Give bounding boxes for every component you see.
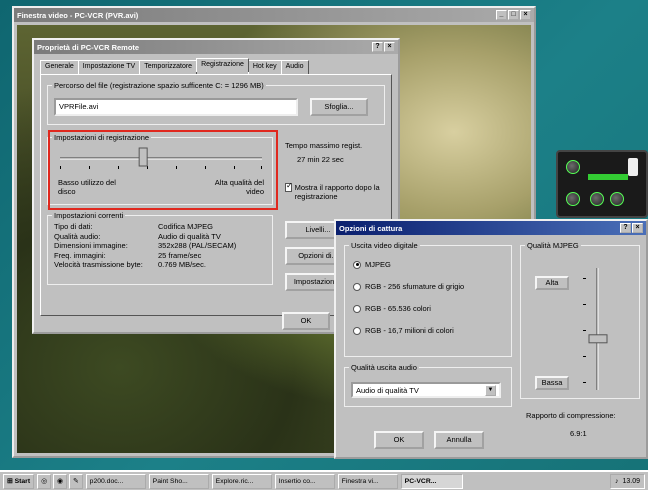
mixer-widget[interactable] [556,150,648,218]
radio-dot-icon[interactable] [353,282,361,291]
mixer-switch[interactable] [628,158,638,176]
setting-key: Qualità audio: [54,231,101,241]
properties-titlebar[interactable]: Proprietà di PC-VCR Remote ? × [34,40,398,54]
minimize-button[interactable]: _ [496,10,507,20]
close-button[interactable]: × [384,42,395,52]
radio-dot-icon[interactable] [353,260,361,269]
tab-hot-key[interactable]: Hot key [247,60,282,74]
capture-options-dialog[interactable]: Opzioni di cattura ? × Uscita video digi… [334,219,648,459]
taskbar-item[interactable]: p200.doc... [85,473,146,489]
mixer-knob[interactable] [566,160,580,174]
help-button[interactable]: ? [620,223,631,233]
radio-rgb-65536[interactable]: RGB - 65.536 colori [353,304,431,313]
high-label-box: Alta [535,276,569,290]
start-button[interactable]: ⊞ Start [3,473,35,489]
mjpeg-quality-label: Qualità MJPEG [525,241,581,250]
video-output-group: Uscita video digitale MJPEG RGB - 256 sf… [344,241,512,357]
path-label: Percorso del file (registrazione spazio … [52,81,266,90]
audio-quality-select[interactable]: Audio di qualità TV ▼ [351,382,501,398]
quick-launch: ◎ ◉ ✎ [37,473,83,489]
setting-value: 352x288 (PAL/SECAM) [158,241,237,250]
taskbar: ⊞ Start ◎ ◉ ✎ p200.doc... Paint Sho... E… [0,470,648,490]
tab-generale[interactable]: Generale [40,60,79,74]
tab-temporizzatore[interactable]: Temporizzatore [139,60,198,74]
capture-cancel-button[interactable]: Annulla [434,431,484,449]
max-time-label: Tempo massimo regist. [285,141,363,150]
mixer-knob[interactable] [610,192,624,206]
compression-ratio-label: Rapporto di compressione: [526,411,616,420]
setting-key: Dimensioni immagine: [54,241,128,250]
capture-title: Opzioni di cattura [339,223,403,233]
tab-audio[interactable]: Audio [280,60,309,74]
mixer-level-bar [588,174,628,180]
radio-label: MJPEG [365,260,391,269]
taskbar-item[interactable]: Insertio co... [274,473,335,489]
setting-value: Codifica MJPEG [158,222,214,231]
chevron-down-icon[interactable]: ▼ [485,385,496,396]
current-settings-keys: Tipo di dati: Qualità audio: Dimensioni … [54,222,143,270]
tab-strip: Generale Impostazione TV Temporizzatore … [40,58,309,74]
browse-button[interactable]: Sfoglia... [310,98,368,116]
maximize-button[interactable]: □ [508,10,519,20]
show-report-checkbox[interactable]: Mostra il rapporto dopo la registrazione [285,181,381,201]
current-settings-values: Codifica MJPEG Audio di qualità TV 352x2… [158,222,236,270]
properties-title: Proprietà di PC-VCR Remote [37,42,140,52]
radio-label: RGB - 16,7 milioni di colori [365,326,454,335]
mixer-knob[interactable] [590,192,604,206]
mixer-knob[interactable] [566,192,580,206]
path-input[interactable]: VPRFile.avi [54,98,298,116]
setting-key: Velocità trasmissione byte: [54,260,143,269]
mjpeg-quality-slider[interactable] [577,264,617,394]
current-settings-group: Impostazioni correnti Tipo di dati: Qual… [47,211,273,285]
mjpeg-slider-thumb[interactable] [588,334,608,344]
radio-mjpeg[interactable]: MJPEG [353,260,391,269]
setting-value: 0.769 MB/sec. [158,260,206,269]
speaker-icon[interactable]: ♪ [615,475,619,488]
radio-label: RGB - 65.536 colori [365,304,431,313]
quick-launch-icon[interactable]: ✎ [68,473,83,489]
radio-label: RGB - 256 sfumature di grigio [365,282,465,291]
audio-quality-value: Audio di qualità TV [356,386,419,395]
ok-button[interactable]: OK [282,312,330,330]
video-output-label: Uscita video digitale [349,241,420,250]
show-report-label: Mostra il rapporto dopo la registrazione [294,183,380,201]
audio-quality-label: Qualità uscita audio [349,363,419,372]
max-time-value: 27 min 22 sec [297,155,344,164]
windows-logo-icon: ⊞ [7,477,13,485]
clock: 13.09 [622,477,640,485]
radio-rgb-256[interactable]: RGB - 256 sfumature di grigio [353,282,464,291]
low-label-box: Bassa [535,376,569,390]
quick-launch-icon[interactable]: ◎ [37,473,52,489]
video-window-titlebar[interactable]: Finestra video - PC-VCR (PVR.avi) _ □ × [14,8,534,22]
help-button[interactable]: ? [372,42,383,52]
setting-key: Freq. immagini: [54,250,106,260]
audio-quality-group: Qualità uscita audio Audio di qualità TV… [344,363,512,407]
taskbar-item-active[interactable]: PC-VCR... [400,473,463,489]
radio-dot-icon[interactable] [353,304,361,313]
radio-rgb-16m[interactable]: RGB - 16,7 milioni di colori [353,326,454,335]
system-tray: ♪ 13.09 [609,473,645,489]
mjpeg-quality-group: Qualità MJPEG Alta Bassa [520,241,640,399]
setting-value: 25 frame/sec [158,250,202,260]
capture-ok-button[interactable]: OK [374,431,424,449]
current-settings-label: Impostazioni correnti [52,211,126,220]
taskbar-item[interactable]: Explore.ric... [211,473,272,489]
radio-dot-icon[interactable] [353,326,361,335]
taskbar-item[interactable]: Finestra vi... [337,473,398,489]
setting-value: Audio di qualità TV [158,231,221,241]
highlight-box [48,130,278,210]
video-window-title: Finestra video - PC-VCR (PVR.avi) [17,10,139,20]
setting-key: Tipo di dati: [54,222,93,231]
compression-ratio-value: 6.9:1 [570,429,587,438]
close-button[interactable]: × [520,10,531,20]
tab-impostazione-tv[interactable]: Impostazione TV [77,60,141,74]
path-group: Percorso del file (registrazione spazio … [47,81,385,125]
capture-titlebar[interactable]: Opzioni di cattura ? × [336,221,646,235]
start-label: Start [14,477,31,485]
close-button[interactable]: × [632,223,643,233]
taskbar-item[interactable]: Paint Sho... [148,473,209,489]
checkbox-icon[interactable] [285,181,292,192]
quick-launch-icon[interactable]: ◉ [53,473,67,489]
tab-registrazione[interactable]: Registrazione [196,58,249,72]
